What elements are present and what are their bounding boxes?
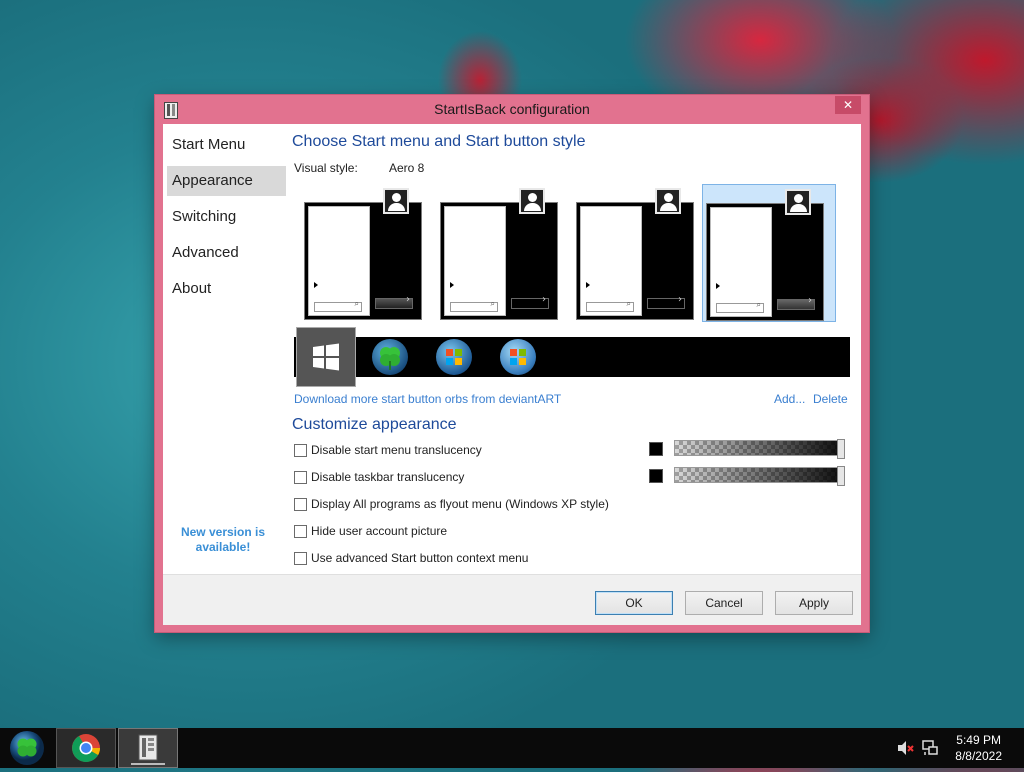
title-bar[interactable]: StartIsBack configuration ✕: [155, 95, 869, 124]
all-programs-arrow-icon: [586, 282, 590, 288]
windows7-blue-orb-icon: [436, 339, 472, 375]
style-heading: Choose Start menu and Start button style: [292, 133, 586, 150]
new-version-link[interactable]: New version is available!: [173, 525, 273, 555]
clover-start-orb-icon: [10, 731, 44, 765]
clover-leaf-icon: [380, 347, 400, 370]
taskbar: 5:49 PM 8/8/2022: [0, 728, 1024, 768]
preview-search-box: [586, 299, 634, 312]
user-avatar-icon: [383, 188, 409, 214]
preview-search-box: [716, 300, 764, 313]
all-programs-arrow-icon: [716, 283, 720, 289]
sidebar-item-start-menu[interactable]: Start Menu: [167, 130, 286, 160]
volume-muted-icon[interactable]: [897, 740, 915, 756]
new-version-line-2: available!: [195, 540, 251, 554]
start-menu-preview: [304, 202, 422, 320]
option-label: Disable taskbar translucency: [311, 470, 465, 484]
chrome-icon: [72, 734, 100, 762]
taskbar-startisback-config[interactable]: [118, 728, 178, 768]
taskbar-chrome[interactable]: [56, 728, 116, 768]
close-button[interactable]: ✕: [835, 96, 861, 114]
preview-programs-panel: [580, 206, 642, 316]
windows-flag-icon: [446, 349, 462, 365]
windows8-logo-icon: [313, 343, 339, 371]
style-thumbnail-2[interactable]: [437, 184, 571, 322]
start-menu-opacity-slider[interactable]: [674, 439, 845, 459]
cancel-button[interactable]: Cancel: [685, 591, 763, 615]
style-thumbnail-4[interactable]: [702, 184, 836, 322]
taskbar-clock[interactable]: 5:49 PM 8/8/2022: [955, 732, 1002, 764]
preview-shutdown-button: [375, 294, 413, 309]
delete-orb-link[interactable]: Delete: [813, 392, 848, 406]
option-label: Use advanced Start button context menu: [311, 551, 529, 565]
visual-style-label: Visual style:: [294, 161, 358, 175]
network-icon[interactable]: [921, 739, 939, 757]
slider-thumb[interactable]: [837, 439, 845, 459]
checkbox[interactable]: [294, 498, 307, 511]
option-label: Disable start menu translucency: [311, 443, 482, 457]
slider-thumb[interactable]: [837, 466, 845, 486]
sidebar-item-about[interactable]: About: [167, 274, 286, 304]
sidebar-item-appearance[interactable]: Appearance: [167, 166, 286, 196]
add-orb-link[interactable]: Add...: [774, 392, 805, 406]
orb-windows7[interactable]: [492, 337, 552, 377]
orb-clover[interactable]: [364, 337, 424, 377]
clock-time: 5:49 PM: [956, 733, 1001, 747]
clock-date: 8/8/2022: [955, 749, 1002, 763]
dialog-footer: OK Cancel Apply: [163, 574, 861, 625]
visual-style-value: Aero 8: [389, 161, 425, 175]
style-thumbnail-3[interactable]: [573, 184, 707, 322]
preview-search-box: [450, 299, 498, 312]
ok-button[interactable]: OK: [595, 591, 673, 615]
option-label: Display All programs as flyout menu (Win…: [311, 497, 609, 511]
windows-flag-icon: [510, 349, 526, 365]
checkbox[interactable]: [294, 525, 307, 538]
windows7-orb-icon: [500, 339, 536, 375]
preview-programs-panel: [308, 206, 370, 316]
orb-windows7-blue[interactable]: [428, 337, 488, 377]
config-app-icon: [131, 734, 165, 765]
user-avatar-icon: [519, 188, 545, 214]
clover-orb-icon: [372, 339, 408, 375]
user-avatar-icon: [785, 189, 811, 215]
taskbar-color-swatch[interactable]: [649, 469, 663, 483]
user-avatar-icon: [655, 188, 681, 214]
sidebar-item-switching[interactable]: Switching: [167, 202, 286, 232]
preview-search-box: [314, 299, 362, 312]
preview-shutdown-button: [511, 294, 549, 309]
preview-programs-panel: [444, 206, 506, 316]
checkbox[interactable]: [294, 444, 307, 457]
preview-programs-panel: [710, 207, 772, 317]
window-title: StartIsBack configuration: [434, 101, 590, 117]
dialog-client: Start Menu Appearance Switching Advanced…: [163, 124, 861, 625]
start-button[interactable]: [0, 728, 60, 768]
checkbox[interactable]: [294, 471, 307, 484]
start-menu-preview: [440, 202, 558, 320]
taskbar-opacity-slider[interactable]: [674, 466, 845, 486]
style-thumbnail-1[interactable]: [301, 184, 435, 322]
preview-shutdown-button: [647, 294, 685, 309]
preview-shutdown-button: [777, 295, 815, 310]
start-menu-color-swatch[interactable]: [649, 442, 663, 456]
sidebar-item-advanced[interactable]: Advanced: [167, 238, 286, 268]
customize-heading: Customize appearance: [292, 416, 457, 433]
new-version-line-1: New version is: [180, 525, 266, 539]
sidebar-nav: Start Menu Appearance Switching Advanced…: [163, 124, 289, 574]
config-window: StartIsBack configuration ✕ Start Menu A…: [155, 95, 869, 632]
all-programs-arrow-icon: [450, 282, 454, 288]
download-orbs-link[interactable]: Download more start button orbs from dev…: [294, 392, 561, 406]
checkbox[interactable]: [294, 552, 307, 565]
start-orb-strip: [294, 327, 850, 387]
apply-button[interactable]: Apply: [775, 591, 853, 615]
orb-windows8[interactable]: [296, 327, 356, 387]
start-menu-preview: [576, 202, 694, 320]
start-menu-preview: [706, 203, 824, 321]
option-label: Hide user account picture: [311, 524, 448, 538]
all-programs-arrow-icon: [314, 282, 318, 288]
